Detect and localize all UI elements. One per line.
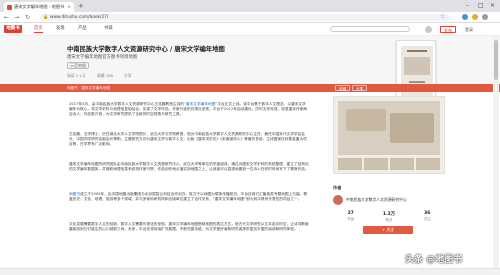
site-logo[interactable]: 地图书 xyxy=(4,25,22,33)
url-field[interactable]: 🔒 www.ditushu.com/book/27/ xyxy=(40,14,450,21)
window-close-button[interactable]: × xyxy=(490,1,495,10)
stat-label: 粉丝 xyxy=(385,218,393,222)
author-stats: 27 作品 1.2万 粉丝 36 关注 xyxy=(333,211,445,222)
book-toolbar: 地图书 · 唐宋文学编年地图 收藏 分享 xyxy=(0,84,500,92)
extension-icon[interactable] xyxy=(462,14,468,20)
profile-icon[interactable] xyxy=(482,14,488,20)
paragraph-text: 文化发展需要数字人文的创新，数字人文需要可视化的呈现。唐宋文学编年地图借助地图的… xyxy=(69,222,309,231)
article-paragraph: 2017年5月，由中南民族大学数字人文资源研究中心王兆鹏教授主持的“唐宋文学编年… xyxy=(69,102,309,127)
author-name[interactable]: 中南民族大学数字人文资源研究中心 xyxy=(346,197,407,203)
article-paragraph: 文化发展需要数字人文的创新，数字人文需要可视化的呈现。唐宋文学编年地图借助地图的… xyxy=(69,222,309,252)
back-button[interactable]: ← xyxy=(4,13,9,22)
nav-item-home[interactable]: 首页 xyxy=(34,26,43,33)
map-region xyxy=(346,109,386,131)
ditushu-link[interactable]: 地图书 xyxy=(69,192,80,196)
nav-item-products[interactable]: 产品 xyxy=(78,26,87,32)
book-subtitle: 唐宋文学编年地图官方图书项目地图 xyxy=(67,55,138,60)
status-bar xyxy=(0,268,500,275)
paragraph-text: 2017年5月，由中南民族大学数字人文资源研究中心王兆鹏教授主持的 xyxy=(69,102,184,106)
page-scrollbar[interactable] xyxy=(493,36,499,268)
stat-label: 作品 xyxy=(347,217,355,221)
stat-label: 关注 xyxy=(423,217,431,221)
map-preview-card[interactable] xyxy=(333,96,445,174)
author-avatar[interactable] xyxy=(333,195,343,205)
tab-close-icon[interactable]: × xyxy=(67,5,71,10)
map-thumbnail[interactable] xyxy=(364,158,388,170)
browser-tab-bar: 唐宋文学编年地图 - 地图书 × + – □ × xyxy=(0,0,500,12)
share-link[interactable]: 分享 xyxy=(124,73,132,79)
site-header: 地图书 首页 发现 产品 书城 发布 登录 xyxy=(0,23,500,36)
platform-link[interactable]: “唐宋文学编年地图” xyxy=(184,102,217,106)
site-search-input[interactable] xyxy=(330,26,410,32)
tab-title: 唐宋文学编年地图 - 地图书 xyxy=(14,4,65,9)
share-button[interactable]: 分享 xyxy=(352,85,368,91)
scrollbar-thumb[interactable] xyxy=(494,40,498,80)
stat-works: 27 作品 xyxy=(347,211,354,222)
article-paragraph: 地图书成立于2009年，由中国地图出版集团与北京国智云科技合作创办，致力于以地图… xyxy=(69,192,309,217)
forward-button[interactable]: → xyxy=(14,13,19,22)
author-section-title: 作者 xyxy=(333,185,342,190)
cover-illustration xyxy=(404,57,430,75)
lock-icon: 🔒 xyxy=(43,15,49,20)
watermark-text: 头条 @地图书 xyxy=(405,255,463,265)
minimize-button[interactable]: – xyxy=(466,1,469,10)
paragraph-text: 唐宋文学编年地图的研究团队由中南民族大学数字人文资源研究中心、武汉大学等单位的学… xyxy=(69,162,309,171)
map-thumbnails xyxy=(338,158,440,170)
bookmark-star-icon[interactable]: ☆ xyxy=(440,14,445,20)
map-region xyxy=(390,113,434,143)
right-sidebar: 作者 中南民族大学数字人文资源研究中心 27 作品 1.2万 粉丝 36 关注 … xyxy=(325,96,445,261)
book-title: 中南民族大学数字人文资源研究中心 / 唐宋文学编年地图 xyxy=(67,46,225,53)
paragraph-text: 成立于2009年，由中国地图出版集团与北京国智云科技合作创办，致力于以地图为载体… xyxy=(69,192,308,201)
url-text: www.ditushu.com/book/27/ xyxy=(50,15,109,20)
toolbar-label: 地图书 · 唐宋文学编年地图 xyxy=(67,86,110,90)
login-button[interactable]: 登录 xyxy=(462,26,476,33)
author-row[interactable]: 中南民族大学数字人文资源研究中心 xyxy=(333,193,445,207)
article-paragraph: 唐宋文学编年地图的研究团队由中南民族大学数字人文资源研究中心、武汉大学等单位的学… xyxy=(69,162,309,187)
cover-subtitle-mark xyxy=(409,81,425,83)
site-favicon-icon xyxy=(7,4,12,10)
browser-tab[interactable]: 唐宋文学编年地图 - 地图书 × xyxy=(4,2,74,12)
cover-title-mark xyxy=(407,50,427,52)
publish-button[interactable]: 发布 xyxy=(440,26,456,33)
address-bar-row: ← → ↻ 🔒 www.ditushu.com/book/27/ ☆ xyxy=(0,12,500,23)
nav-item-bookstore[interactable]: 书城 xyxy=(104,26,113,32)
paragraph-text: 王兆鹏，文学博士，历任湖北大学人文学院院长，武汉大学文学院教授，现为中南民族大学… xyxy=(69,132,307,146)
follow-button[interactable]: + 关注 xyxy=(363,226,413,234)
book-tag[interactable]: 示范地图 xyxy=(67,62,89,69)
collect-button[interactable]: 收藏 xyxy=(335,85,351,91)
view-count: 阅读 2.1万 xyxy=(67,73,86,78)
article-body: 2017年5月，由中南民族大学数字人文资源研究中心王兆鹏教授主持的“唐宋文学编年… xyxy=(61,96,317,266)
article-paragraph: 王兆鹏，文学博士，历任湖北大学人文学院院长，武汉大学文学院教授，现为中南民族大学… xyxy=(69,132,309,157)
maximize-button[interactable]: □ xyxy=(478,1,484,10)
reload-button[interactable]: ↻ xyxy=(25,13,30,22)
stat-fans: 1.2万 粉丝 xyxy=(383,211,395,222)
map-thumbnail[interactable] xyxy=(416,158,440,170)
new-tab-button[interactable]: + xyxy=(78,2,84,11)
user-avatar[interactable] xyxy=(425,26,432,33)
extension-icon[interactable] xyxy=(472,14,478,20)
favorite-count: 收藏 386 xyxy=(97,73,114,78)
map-thumbnail[interactable] xyxy=(338,158,362,170)
nav-item-discover[interactable]: 发现 xyxy=(56,26,65,32)
map-thumbnail[interactable] xyxy=(390,158,414,170)
map-preview-image[interactable] xyxy=(338,101,440,155)
stat-following: 36 关注 xyxy=(424,211,431,222)
